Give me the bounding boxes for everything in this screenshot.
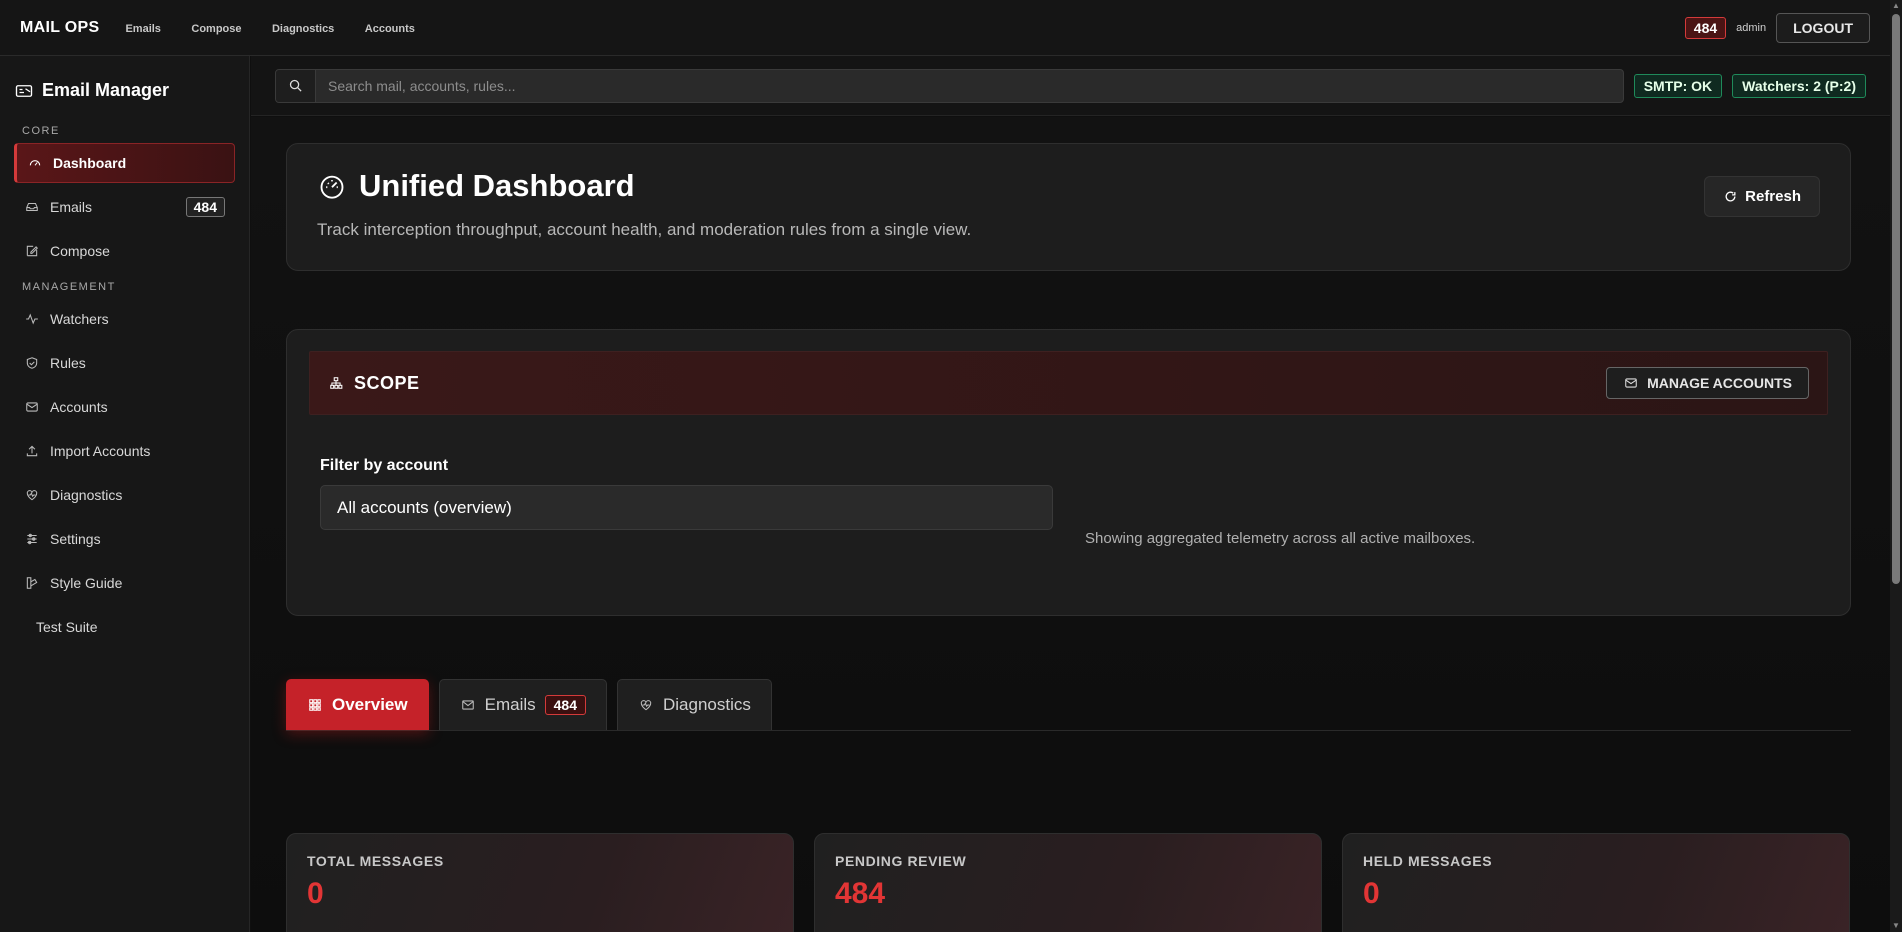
emails-count-badge: 484: [185, 197, 225, 217]
dashboard-tabs: Overview Emails 484 Diagnostics: [286, 679, 1851, 731]
grid-icon: [307, 697, 323, 713]
sidebar-item-label: Test Suite: [36, 619, 98, 635]
user-name: admin: [1736, 21, 1767, 34]
scrollbar-thumb[interactable]: [1892, 14, 1900, 584]
account-filter-select[interactable]: All accounts (overview): [320, 485, 1053, 530]
dashboard-header-card: Unified Dashboard Track interception thr…: [286, 143, 1851, 271]
scope-header: SCOPE MANAGE ACCOUNTS: [309, 351, 1828, 415]
tab-diagnostics[interactable]: Diagnostics: [616, 679, 772, 730]
sidebar-item-diagnostics[interactable]: Diagnostics: [14, 475, 235, 515]
sidebar-item-compose[interactable]: Compose: [14, 231, 235, 271]
top-nav-compose[interactable]: Compose: [191, 23, 241, 35]
top-nav-emails[interactable]: Emails: [125, 23, 160, 35]
sidebar-item-label: Compose: [50, 243, 110, 259]
mail-card-icon: [24, 399, 40, 415]
shield-check-icon: [24, 355, 40, 371]
manage-accounts-label: MANAGE ACCOUNTS: [1647, 375, 1792, 391]
scope-title: SCOPE: [354, 372, 420, 393]
top-right: 484 admin LOGOUT: [1684, 12, 1870, 43]
palette-icon: [24, 575, 40, 591]
sidebar-item-emails[interactable]: Emails 484: [14, 187, 235, 227]
sidebar-item-dashboard[interactable]: Dashboard: [14, 143, 235, 183]
sliders-icon: [24, 531, 40, 547]
gauge-icon: [27, 155, 43, 171]
sidebar-title: Email Manager: [42, 80, 170, 100]
stat-card-pending-review: PENDING REVIEW 484: [814, 833, 1322, 932]
tab-emails-count: 484: [544, 695, 586, 715]
tab-label: Diagnostics: [662, 695, 751, 714]
refresh-label: Refresh: [1745, 188, 1801, 205]
sidebar-item-label: Accounts: [50, 399, 108, 415]
sidebar-item-label: Watchers: [50, 311, 109, 327]
inbox-icon: [24, 199, 40, 215]
scroll-down-icon[interactable]: ▼: [1890, 920, 1902, 932]
stat-value: 0: [307, 877, 324, 910]
main-content: Unified Dashboard Track interception thr…: [251, 117, 1890, 932]
sidebar-section-management: MANAGEMENT: [22, 281, 116, 293]
smtp-status-badge: SMTP: OK: [1633, 73, 1723, 98]
tab-emails[interactable]: Emails 484: [438, 679, 607, 730]
heart-pulse-icon: [638, 697, 654, 713]
sidebar-item-label: Dashboard: [53, 155, 127, 171]
page-scrollbar[interactable]: ▲ ▼: [1890, 0, 1902, 932]
tab-overview[interactable]: Overview: [286, 679, 429, 730]
gauge-icon: [317, 171, 347, 201]
sidebar-item-accounts[interactable]: Accounts: [14, 387, 235, 427]
top-nav-accounts[interactable]: Accounts: [365, 23, 415, 35]
sidebar-item-watchers[interactable]: Watchers: [14, 299, 235, 339]
refresh-button[interactable]: Refresh: [1704, 176, 1820, 217]
stat-label: TOTAL MESSAGES: [307, 853, 444, 869]
pencil-square-icon: [24, 243, 40, 259]
sidebar-item-label: Settings: [50, 531, 101, 547]
search-row: SMTP: OK Watchers: 2 (P:2): [251, 56, 1890, 116]
watchers-status-badge: Watchers: 2 (P:2): [1732, 73, 1866, 98]
sidebar-item-test-suite[interactable]: Test Suite: [14, 607, 235, 647]
page-subtitle: Track interception throughput, account h…: [317, 220, 972, 239]
search-box: [275, 68, 1624, 103]
hierarchy-icon: [328, 375, 344, 391]
upload-icon: [24, 443, 40, 459]
sidebar-item-rules[interactable]: Rules: [14, 343, 235, 383]
logout-button[interactable]: LOGOUT: [1776, 12, 1870, 43]
filter-label: Filter by account: [320, 457, 449, 474]
brand-logo[interactable]: MAIL OPS: [20, 19, 99, 37]
page-title: Unified Dashboard: [317, 168, 1820, 204]
sidebar-item-settings[interactable]: Settings: [14, 519, 235, 559]
envelope-icon: [460, 697, 476, 713]
stat-value: 484: [835, 877, 886, 910]
pending-count-badge[interactable]: 484: [1684, 16, 1727, 39]
sidebar-brand[interactable]: Email Manager: [14, 80, 235, 101]
top-bar: MAIL OPS Emails Compose Diagnostics Acco…: [0, 0, 1890, 56]
scope-card: SCOPE MANAGE ACCOUNTS Filter by account …: [286, 329, 1851, 616]
tab-label: Emails: [484, 695, 536, 714]
sidebar-item-label: Import Accounts: [50, 443, 151, 459]
mail-card-icon: [1623, 375, 1639, 391]
scope-note: Showing aggregated telemetry across all …: [1085, 530, 1476, 547]
sidebar-section-core: CORE: [22, 125, 60, 137]
sidebar-item-style-guide[interactable]: Style Guide: [14, 563, 235, 603]
activity-icon: [24, 311, 40, 327]
top-nav-diagnostics[interactable]: Diagnostics: [272, 23, 334, 35]
search-input[interactable]: [316, 69, 1623, 102]
stat-card-held-messages: HELD MESSAGES 0: [1342, 833, 1850, 932]
sidebar-item-label: Style Guide: [50, 575, 123, 591]
stat-label: PENDING REVIEW: [835, 853, 967, 869]
sidebar: Email Manager CORE Dashboard Emails 484 …: [0, 56, 250, 932]
sidebar-item-import-accounts[interactable]: Import Accounts: [14, 431, 235, 471]
sidebar-item-label: Emails: [50, 199, 93, 215]
heart-pulse-icon: [24, 487, 40, 503]
sidebar-item-label: Rules: [50, 355, 86, 371]
search-icon[interactable]: [276, 69, 316, 102]
top-nav: Emails Compose Diagnostics Accounts: [125, 19, 440, 37]
envelope-card-icon: [14, 81, 34, 101]
manage-accounts-button[interactable]: MANAGE ACCOUNTS: [1606, 367, 1809, 399]
refresh-icon: [1723, 190, 1737, 204]
stat-value: 0: [1363, 877, 1380, 910]
stat-card-total-messages: TOTAL MESSAGES 0: [286, 833, 794, 932]
stat-label: HELD MESSAGES: [1363, 853, 1493, 869]
sidebar-item-label: Diagnostics: [50, 487, 123, 503]
tab-label: Overview: [332, 695, 408, 714]
page-title-text: Unified Dashboard: [359, 168, 635, 203]
scroll-up-icon[interactable]: ▲: [1890, 0, 1902, 12]
